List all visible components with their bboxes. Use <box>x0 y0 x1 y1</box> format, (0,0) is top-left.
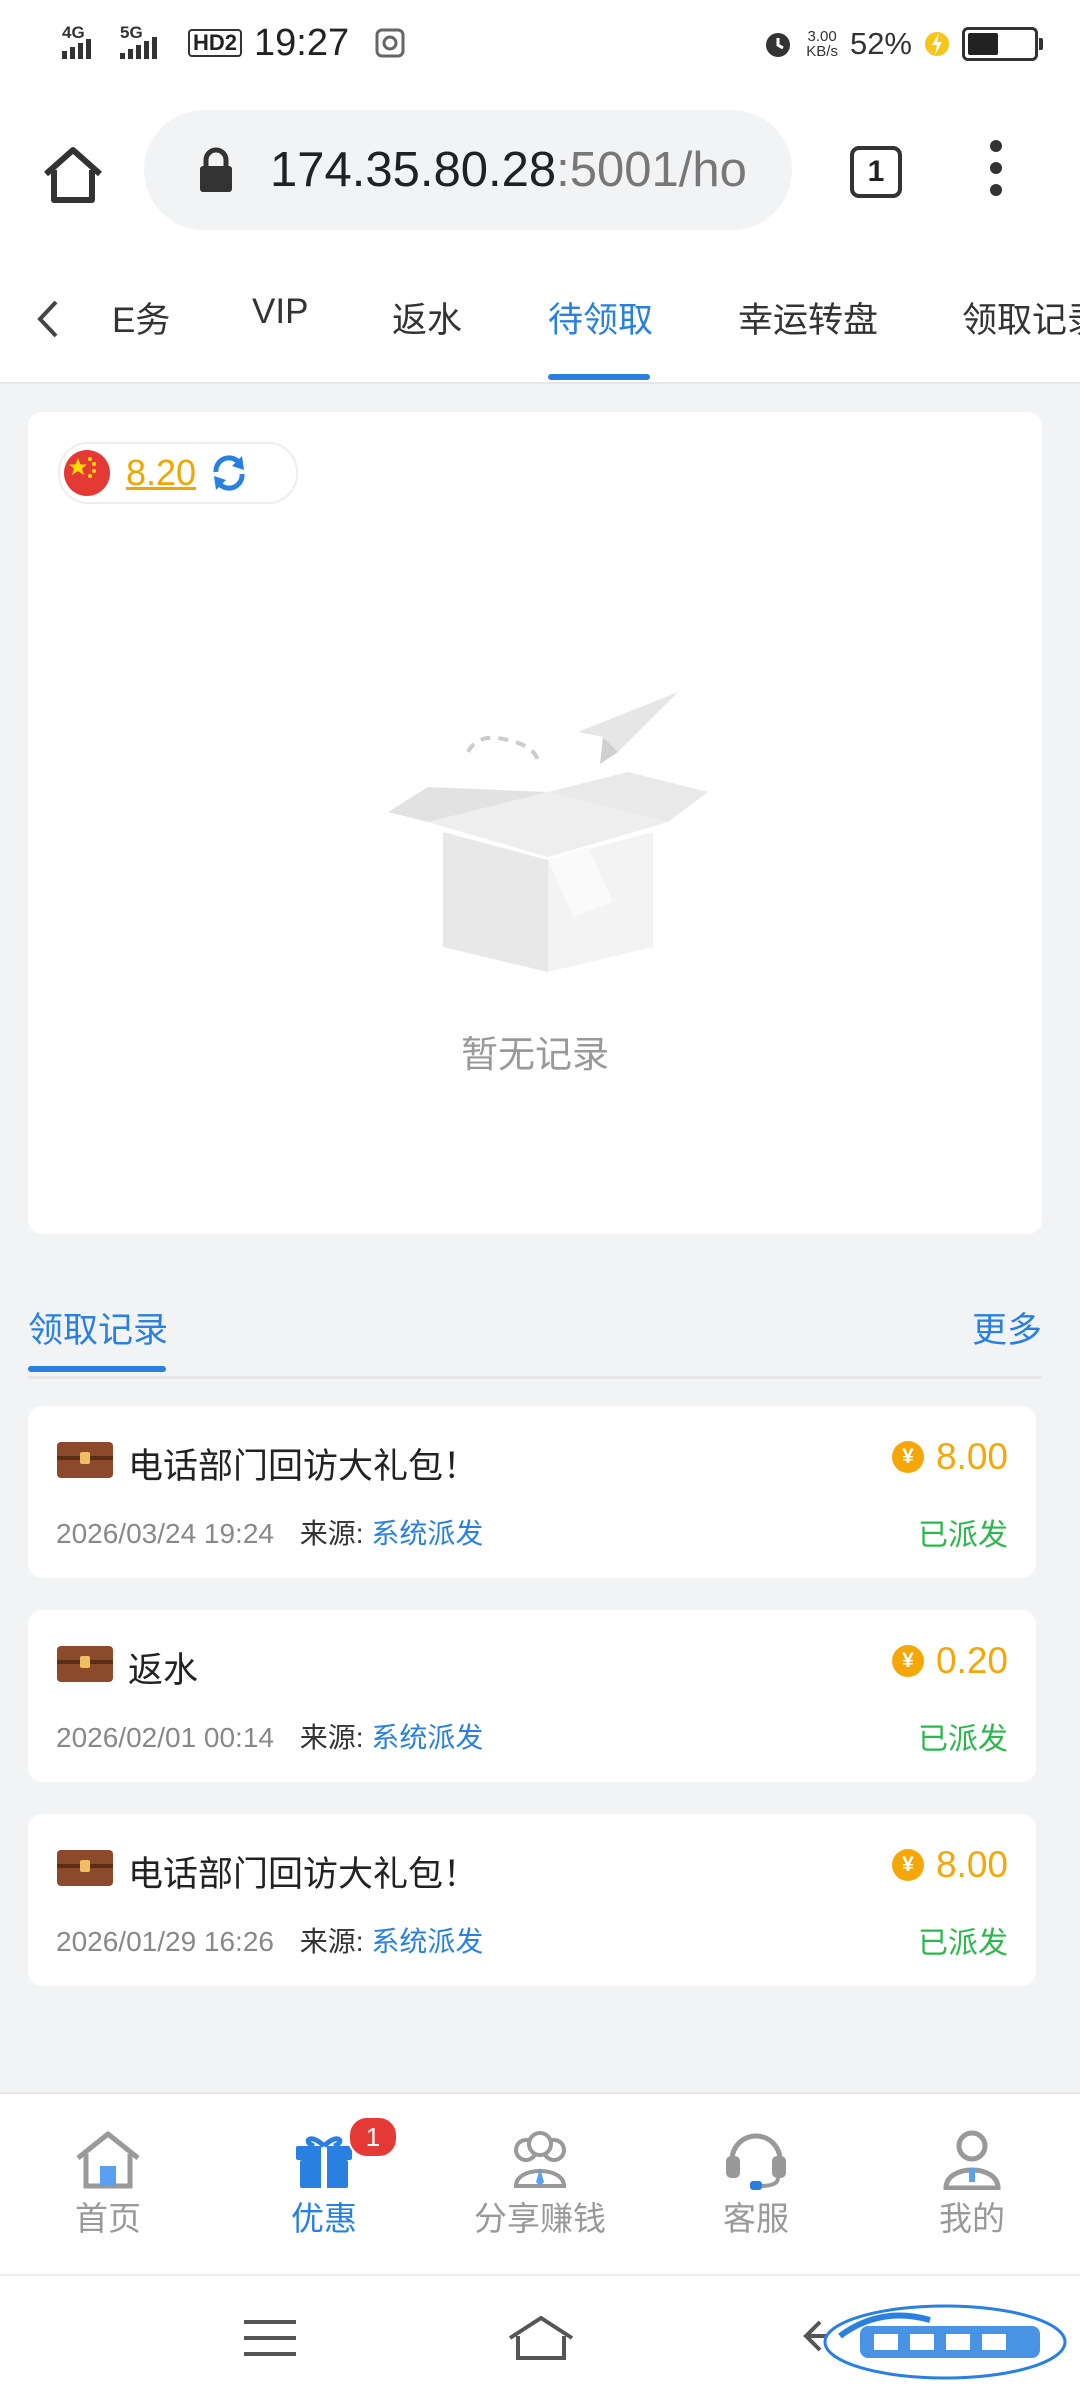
source-label: 来源: <box>299 1722 364 1753</box>
home-icon[interactable] <box>38 140 108 210</box>
source-label: 来源: <box>299 1926 364 1957</box>
record-item[interactable]: 返水 ¥ 0.20 2026/02/01 00:14 来源: 系统派发 已派发 <box>28 1610 1036 1782</box>
record-name: 返水 <box>128 1651 199 1690</box>
clock: 19:27 <box>254 21 350 64</box>
record-status: 已派发 <box>918 1519 1008 1552</box>
menu-icon[interactable] <box>244 2318 296 2358</box>
source-value: 系统派发 <box>371 1926 484 1957</box>
empty-box-illustration <box>388 692 708 972</box>
tab-claim-records[interactable]: 领取记录 <box>962 292 1080 343</box>
nav-customer-service[interactable]: 客服 <box>686 2128 826 2240</box>
lock-icon <box>200 147 232 192</box>
tab-vip[interactable]: VIP <box>252 292 308 332</box>
category-tabs: E务 VIP 返水 待领取 幸运转盘 领取记录 <box>0 254 1080 384</box>
more-menu-icon[interactable] <box>988 140 1004 200</box>
system-navigation-bar <box>0 2274 1080 2402</box>
nav-promotions[interactable]: 1 优惠 <box>254 2116 398 2240</box>
more-link[interactable]: 更多 <box>972 1302 1042 1353</box>
source-label: 来源: <box>299 1518 364 1549</box>
chevron-left-icon[interactable] <box>28 294 68 344</box>
record-amount: ¥ 8.00 <box>891 1436 1008 1478</box>
record-name: 电话部门回访大礼包！ <box>128 1855 479 1894</box>
charging-icon <box>925 32 949 56</box>
headset-icon <box>726 2133 786 2190</box>
nav-home[interactable]: 首页 <box>38 2128 178 2240</box>
record-meta: 2026/02/01 00:14 来源: 系统派发 <box>56 1716 483 1756</box>
bottom-nav: 首页 1 优惠 分享赚钱 客服 我的 <box>0 2092 1080 2276</box>
records-header: 领取记录 更多 <box>28 1290 1042 1379</box>
records-title-underline <box>28 1366 166 1372</box>
hd-voice-icon: HD2 <box>188 29 243 57</box>
balance-pill: 8.20 <box>58 442 298 504</box>
record-datetime: 2026/01/29 16:26 <box>56 1926 274 1957</box>
active-tab-indicator <box>548 374 650 380</box>
record-datetime: 2026/03/24 19:24 <box>56 1518 274 1549</box>
treasure-chest-icon <box>57 1442 113 1478</box>
china-flag-icon <box>64 450 110 496</box>
watermark-logo <box>823 2304 1067 2380</box>
signal-icon-sim2: 5G <box>120 23 176 59</box>
status-bar: 4G 5G HD2 19:27 3.00 KB/s 52% <box>0 0 1080 88</box>
network-type-label: 5G <box>120 23 143 42</box>
coin-icon: ¥ <box>891 1849 924 1881</box>
record-item[interactable]: 电话部门回访大礼包！ ¥ 8.00 2026/01/29 16:26 来源: 系… <box>28 1814 1036 1986</box>
battery-percent: 52% <box>849 26 912 61</box>
system-home-icon[interactable] <box>506 2314 576 2362</box>
source-value: 系统派发 <box>371 1722 484 1753</box>
refresh-icon[interactable] <box>206 450 252 496</box>
notification-badge: 1 <box>348 2116 398 2158</box>
url-text: 174.35.80.28:5001/ho <box>270 143 747 197</box>
tab-switcher-button[interactable]: 1 <box>850 146 902 198</box>
nav-share-earn[interactable]: 分享赚钱 <box>470 2128 610 2240</box>
coin-icon: ¥ <box>891 1645 924 1677</box>
balance-amount: 8.20 <box>126 452 197 493</box>
notification-app-icon <box>375 28 405 58</box>
record-name: 电话部门回访大礼包！ <box>128 1447 479 1486</box>
nav-profile[interactable]: 我的 <box>902 2128 1042 2240</box>
battery-icon <box>962 27 1043 61</box>
pending-card: 8.20 暂无记录 <box>28 412 1042 1234</box>
tab-lucky-wheel[interactable]: 幸运转盘 <box>738 292 878 343</box>
address-bar[interactable]: 174.35.80.28:5001/ho <box>144 110 792 230</box>
record-status: 已派发 <box>918 1723 1008 1756</box>
record-meta: 2026/01/29 16:26 来源: 系统派发 <box>56 1920 483 1960</box>
alarm-icon <box>766 33 791 57</box>
record-status: 已派发 <box>918 1927 1008 1960</box>
share-users-icon <box>513 2131 567 2188</box>
signal-icon-sim1: 4G <box>62 23 108 59</box>
record-datetime: 2026/02/01 00:14 <box>56 1722 274 1753</box>
record-meta: 2026/03/24 19:24 来源: 系统派发 <box>56 1512 483 1552</box>
network-type-label: 4G <box>62 23 85 42</box>
coin-icon: ¥ <box>891 1441 924 1473</box>
browser-toolbar: 174.35.80.28:5001/ho 1 <box>0 88 1080 254</box>
record-item[interactable]: 电话部门回访大礼包！ ¥ 8.00 2026/03/24 19:24 来源: 系… <box>28 1406 1036 1578</box>
record-amount: ¥ 0.20 <box>891 1640 1008 1682</box>
tab-task[interactable]: E务 <box>112 292 170 343</box>
tab-rebate[interactable]: 返水 <box>392 292 462 343</box>
network-speed: 3.00 KB/s <box>806 28 838 60</box>
record-amount: ¥ 8.00 <box>891 1844 1008 1886</box>
treasure-chest-icon <box>57 1850 113 1886</box>
treasure-chest-icon <box>57 1646 113 1682</box>
records-title[interactable]: 领取记录 <box>28 1302 168 1353</box>
empty-state-text: 暂无记录 <box>461 1034 609 1075</box>
home-icon <box>76 2131 140 2189</box>
source-value: 系统派发 <box>371 1518 484 1549</box>
user-icon <box>943 2130 1001 2190</box>
tab-pending[interactable]: 待领取 <box>548 292 653 343</box>
